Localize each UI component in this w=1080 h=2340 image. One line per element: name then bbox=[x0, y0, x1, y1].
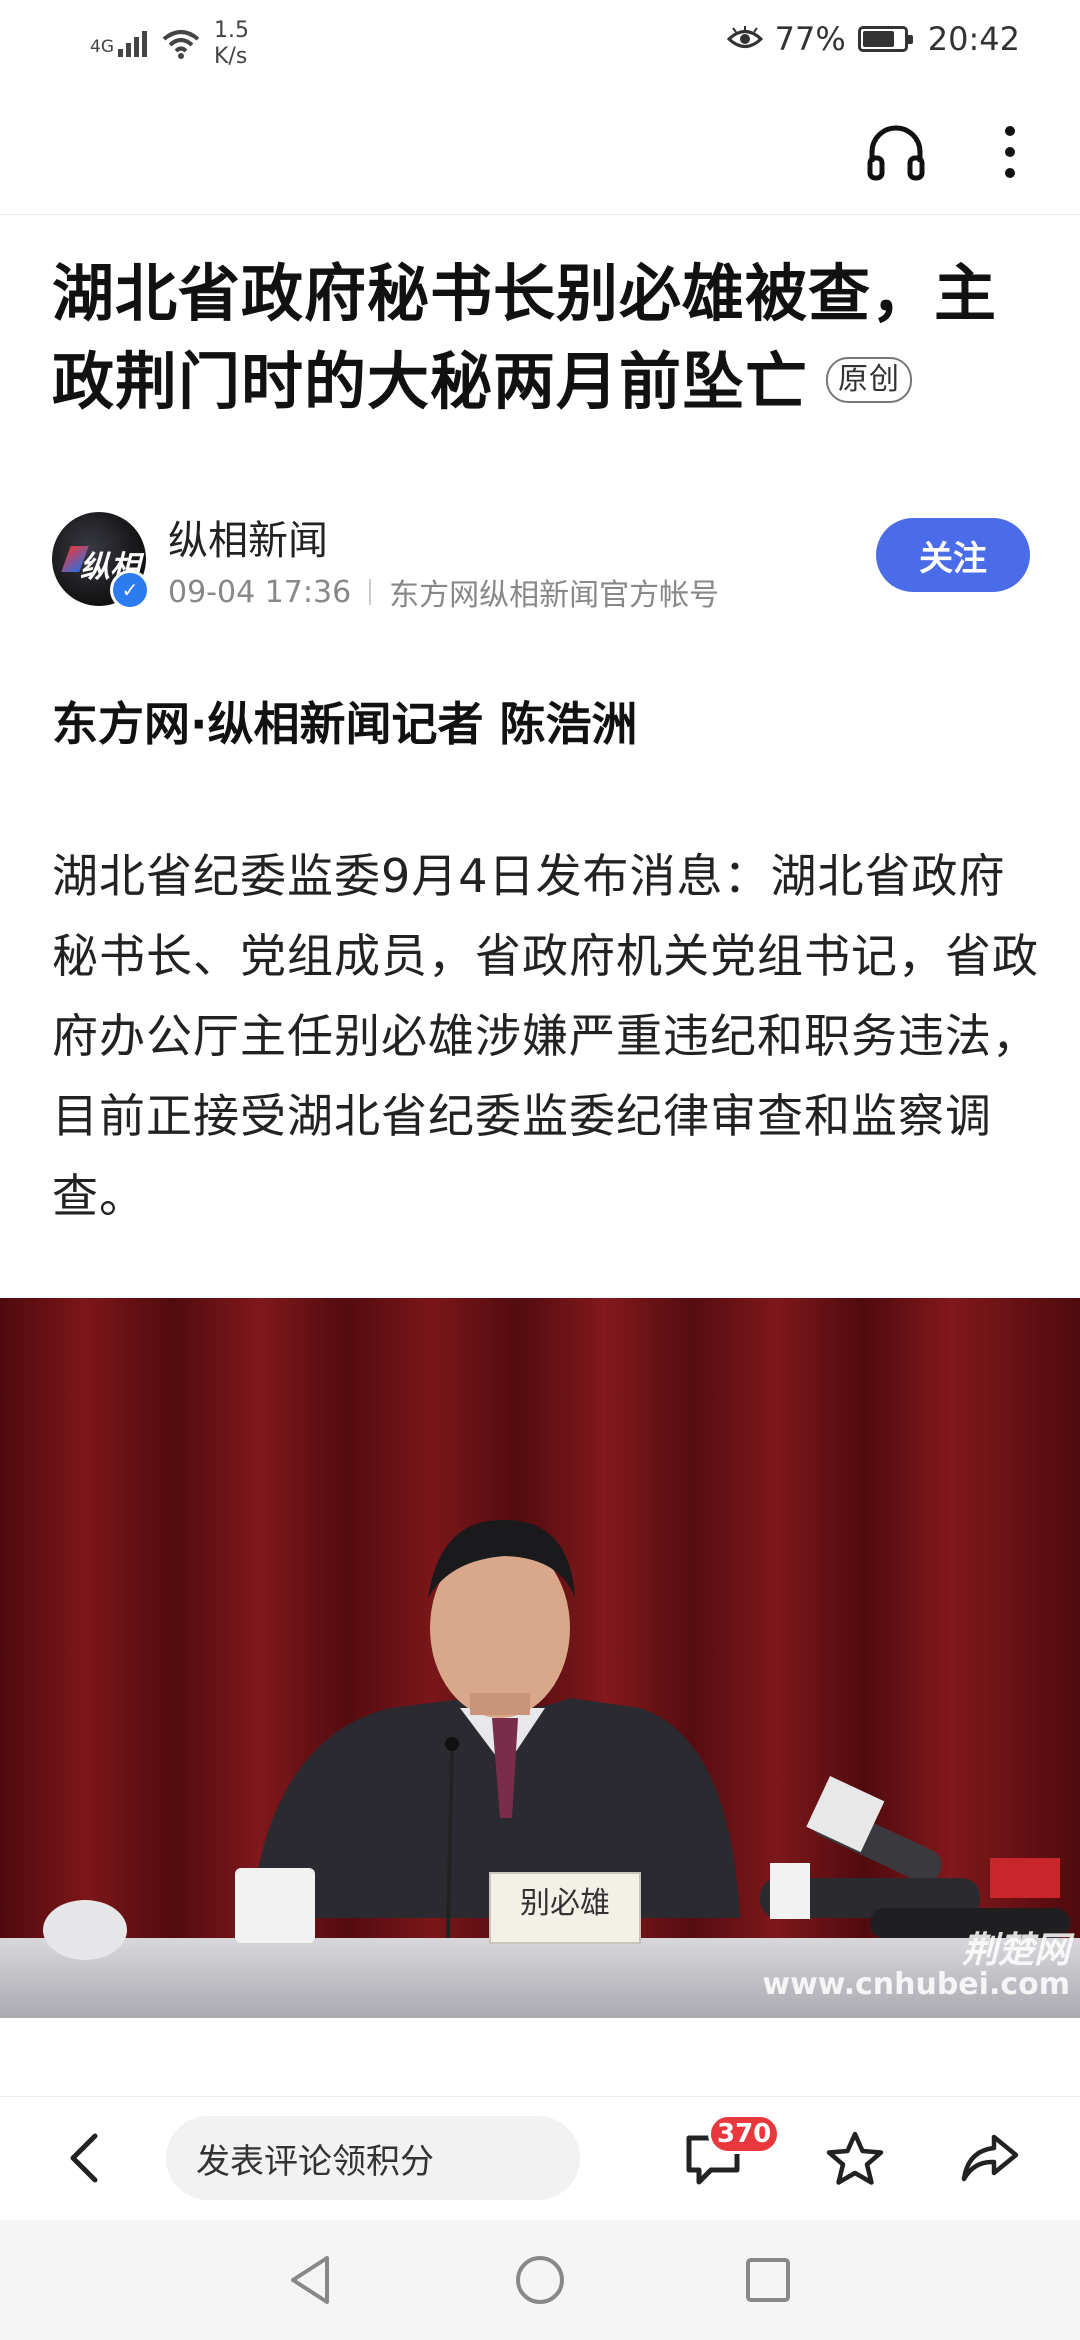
article-title: 湖北省政府秘书长别必雄被查，主政荆门时的大秘两月前坠亡 原创 bbox=[52, 250, 1042, 426]
article-paragraph: 湖北省纪委监委9月4日发布消息：湖北省政府秘书长、党组成员，省政府机关党组书记，… bbox=[52, 849, 1039, 1223]
star-icon bbox=[826, 2131, 884, 2185]
network-speed: 1.5 K/s bbox=[214, 18, 249, 70]
eye-comfort-icon bbox=[726, 26, 763, 48]
back-arrow-icon bbox=[70, 2133, 98, 2183]
author-meta: 09-04 17:36 东方网纵相新闻官方帐号 bbox=[168, 570, 719, 614]
author-name[interactable]: 纵相新闻 bbox=[168, 508, 328, 566]
nav-recents-button[interactable] bbox=[738, 2250, 798, 2310]
signal-indicator: 4G bbox=[90, 31, 148, 57]
article-photo[interactable]: 别必雄 荆楚网 www.cnhubei.com bbox=[0, 1298, 1080, 2018]
wifi-icon bbox=[162, 30, 200, 59]
comment-input[interactable]: 发表评论领积分 bbox=[166, 2116, 580, 2200]
meta-divider bbox=[369, 579, 372, 605]
watermark-logo: 荆楚网 bbox=[961, 1930, 1070, 1971]
nav-home-icon bbox=[516, 2256, 564, 2304]
original-badge: 原创 bbox=[826, 356, 913, 403]
headphones-icon bbox=[867, 125, 925, 181]
nav-back-button[interactable] bbox=[280, 2250, 340, 2310]
nav-home-button[interactable] bbox=[510, 2250, 570, 2310]
signal-icon bbox=[118, 31, 147, 57]
reporter-byline: 东方网·纵相新闻记者 陈浩洲 bbox=[52, 697, 638, 751]
nav-back-icon bbox=[291, 2256, 329, 2304]
favorite-button[interactable] bbox=[820, 2124, 890, 2194]
more-vertical-icon bbox=[1005, 126, 1015, 178]
battery-percent: 77% bbox=[774, 20, 846, 58]
verified-icon: ✓ bbox=[110, 570, 150, 610]
battery-icon bbox=[857, 26, 913, 52]
comment-placeholder: 发表评论领积分 bbox=[196, 2141, 434, 2182]
account-description: 东方网纵相新闻官方帐号 bbox=[389, 578, 720, 613]
back-button[interactable] bbox=[56, 2126, 112, 2190]
share-icon bbox=[961, 2134, 1019, 2182]
listen-button[interactable] bbox=[858, 114, 934, 190]
status-bar: 4G 1.5 K/s 77% 20:42 bbox=[0, 0, 1080, 84]
watermark-url: www.cnhubei.com bbox=[762, 1967, 1070, 2002]
follow-button[interactable]: 关注 bbox=[876, 518, 1030, 592]
top-app-bar bbox=[0, 84, 1080, 215]
nameplate-text: 别必雄 bbox=[520, 1886, 610, 1921]
network-type: 4G bbox=[90, 37, 114, 57]
status-left: 4G 1.5 K/s bbox=[90, 18, 249, 70]
photo-watermark: 荆楚网 www.cnhubei.com bbox=[762, 1930, 1070, 2002]
speed-value: 1.5 bbox=[214, 18, 249, 43]
clock: 20:42 bbox=[927, 20, 1020, 58]
system-navigation-bar bbox=[0, 2220, 1080, 2340]
nav-recents-icon bbox=[746, 2258, 790, 2302]
battery-fill bbox=[862, 31, 894, 47]
speed-unit: K/s bbox=[214, 44, 248, 69]
publish-date: 09-04 17:36 bbox=[168, 574, 352, 610]
more-button[interactable] bbox=[990, 114, 1030, 190]
status-right: 77% 20:42 bbox=[726, 20, 1020, 58]
comment-count-badge: 370 bbox=[708, 2114, 781, 2154]
share-button[interactable] bbox=[955, 2124, 1025, 2194]
